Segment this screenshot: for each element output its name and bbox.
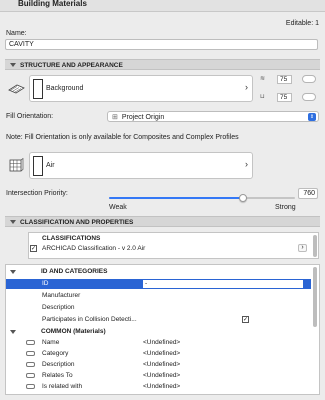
origin-icon: ⊞ bbox=[112, 114, 118, 121]
collapse-triangle-icon bbox=[10, 63, 16, 67]
group-header-id-categories[interactable]: ID AND CATEGORIES bbox=[6, 267, 311, 277]
pen-toggle-1[interactable] bbox=[302, 75, 316, 83]
group-header-common[interactable]: COMMON (Materials) bbox=[6, 327, 311, 337]
property-value: <Undefined> bbox=[143, 361, 181, 368]
property-row-id[interactable]: ID - bbox=[6, 279, 311, 289]
pen-icon: ≋ bbox=[260, 76, 266, 82]
classification-section-title: CLASSIFICATION AND PROPERTIES bbox=[20, 218, 134, 226]
fill-orientation-label: Fill Orientation: bbox=[6, 113, 54, 120]
classification-item-label: ARCHICAD Classification - v 2.0 Air bbox=[42, 245, 146, 252]
collapse-triangle-icon bbox=[10, 270, 16, 274]
fill-icon bbox=[8, 157, 25, 174]
slider-min-label: Weak bbox=[109, 204, 127, 211]
fill-swatch bbox=[33, 156, 43, 176]
collision-detection-checkbox[interactable]: ✓ bbox=[242, 316, 249, 323]
classification-list: CLASSIFICATIONS ✓ ARCHICAD Classificatio… bbox=[28, 232, 319, 259]
collapse-triangle-icon bbox=[10, 220, 16, 224]
property-value: <Undefined> bbox=[143, 372, 181, 379]
chevron-right-icon[interactable]: › bbox=[298, 244, 307, 252]
link-icon bbox=[26, 362, 35, 367]
properties-list: ID AND CATEGORIES ID - Manufacturer Desc… bbox=[5, 264, 320, 395]
name-input[interactable]: CAVITY bbox=[5, 39, 318, 50]
pen-value-1[interactable]: 75 bbox=[277, 75, 292, 84]
property-row[interactable]: Description bbox=[6, 303, 311, 313]
pen-toggle-2[interactable] bbox=[302, 93, 316, 101]
fill-orientation-value: Project Origin bbox=[121, 114, 165, 121]
classifications-header: CLASSIFICATIONS bbox=[42, 235, 101, 242]
property-value: <Undefined> bbox=[143, 383, 181, 390]
intersection-priority-input[interactable]: 760 bbox=[298, 188, 318, 199]
group-title: COMMON (Materials) bbox=[41, 328, 106, 335]
property-name: Description bbox=[42, 361, 75, 368]
link-icon bbox=[26, 384, 35, 389]
surface-swatch bbox=[33, 79, 43, 99]
property-name: Relates To bbox=[42, 372, 73, 379]
surface-name: Background bbox=[46, 85, 84, 92]
property-value-input[interactable]: - bbox=[143, 280, 303, 288]
property-name: Is related with bbox=[42, 383, 83, 390]
chevron-right-icon: › bbox=[245, 159, 248, 169]
classification-section-header[interactable]: CLASSIFICATION AND PROPERTIES bbox=[5, 216, 320, 227]
classification-scrollbar[interactable] bbox=[313, 235, 317, 257]
slider-fill bbox=[109, 197, 243, 199]
property-name: Name bbox=[42, 339, 60, 346]
property-row[interactable]: Is related with <Undefined> bbox=[6, 382, 311, 392]
surface-picker[interactable]: Background › bbox=[29, 75, 253, 102]
property-row[interactable]: Name <Undefined> bbox=[6, 338, 311, 348]
pen-value-2[interactable]: 75 bbox=[277, 93, 292, 102]
intersection-priority-slider[interactable] bbox=[109, 194, 295, 202]
group-title: ID AND CATEGORIES bbox=[41, 268, 108, 275]
window-title-bar: Building Materials bbox=[0, 0, 325, 12]
chevron-right-icon: › bbox=[245, 82, 248, 92]
link-icon bbox=[26, 373, 35, 378]
intersection-priority-label: Intersection Priority: bbox=[6, 190, 68, 197]
structure-section-header[interactable]: STRUCTURE AND APPEARANCE bbox=[5, 59, 320, 70]
property-name: Manufacturer bbox=[42, 292, 81, 299]
fill-name: Air bbox=[46, 162, 55, 169]
window-title: Building Materials bbox=[18, 0, 87, 8]
classification-item[interactable]: ✓ ARCHICAD Classification - v 2.0 Air › bbox=[29, 244, 309, 254]
link-icon bbox=[26, 351, 35, 356]
surface-icon bbox=[8, 79, 25, 96]
structure-section-title: STRUCTURE AND APPEARANCE bbox=[20, 61, 123, 69]
editable-count: Editable: 1 bbox=[285, 20, 319, 27]
property-row[interactable]: Manufacturer bbox=[6, 291, 311, 301]
fill-orientation-note: Note: Fill Orientation is only available… bbox=[6, 134, 239, 141]
slider-max-label: Strong bbox=[275, 204, 296, 211]
property-row[interactable]: Relates To <Undefined> bbox=[6, 371, 311, 381]
properties-scrollbar[interactable] bbox=[313, 267, 317, 327]
property-row[interactable]: Category <Undefined> bbox=[6, 349, 311, 359]
property-value: <Undefined> bbox=[143, 350, 181, 357]
property-name: Category bbox=[42, 350, 69, 357]
link-icon bbox=[26, 340, 35, 345]
property-row[interactable]: Description <Undefined> bbox=[6, 360, 311, 370]
slider-knob[interactable] bbox=[239, 194, 247, 202]
classification-checkbox[interactable]: ✓ bbox=[30, 245, 37, 252]
property-name: ID bbox=[42, 280, 49, 287]
property-row[interactable]: Participates in Collision Detecti... ✓ bbox=[6, 315, 311, 325]
pen-icon-2: ⊔ bbox=[260, 94, 265, 100]
property-name: Description bbox=[42, 304, 75, 311]
fill-picker[interactable]: Air › bbox=[29, 152, 253, 179]
dropdown-arrows-icon: ⇕ bbox=[308, 113, 316, 121]
property-name: Participates in Collision Detecti... bbox=[42, 316, 137, 323]
property-value: <Undefined> bbox=[143, 339, 181, 346]
name-label: Name: bbox=[6, 30, 27, 37]
collapse-triangle-icon bbox=[10, 330, 16, 334]
fill-orientation-select[interactable]: ⊞ Project Origin ⇕ bbox=[107, 111, 319, 122]
